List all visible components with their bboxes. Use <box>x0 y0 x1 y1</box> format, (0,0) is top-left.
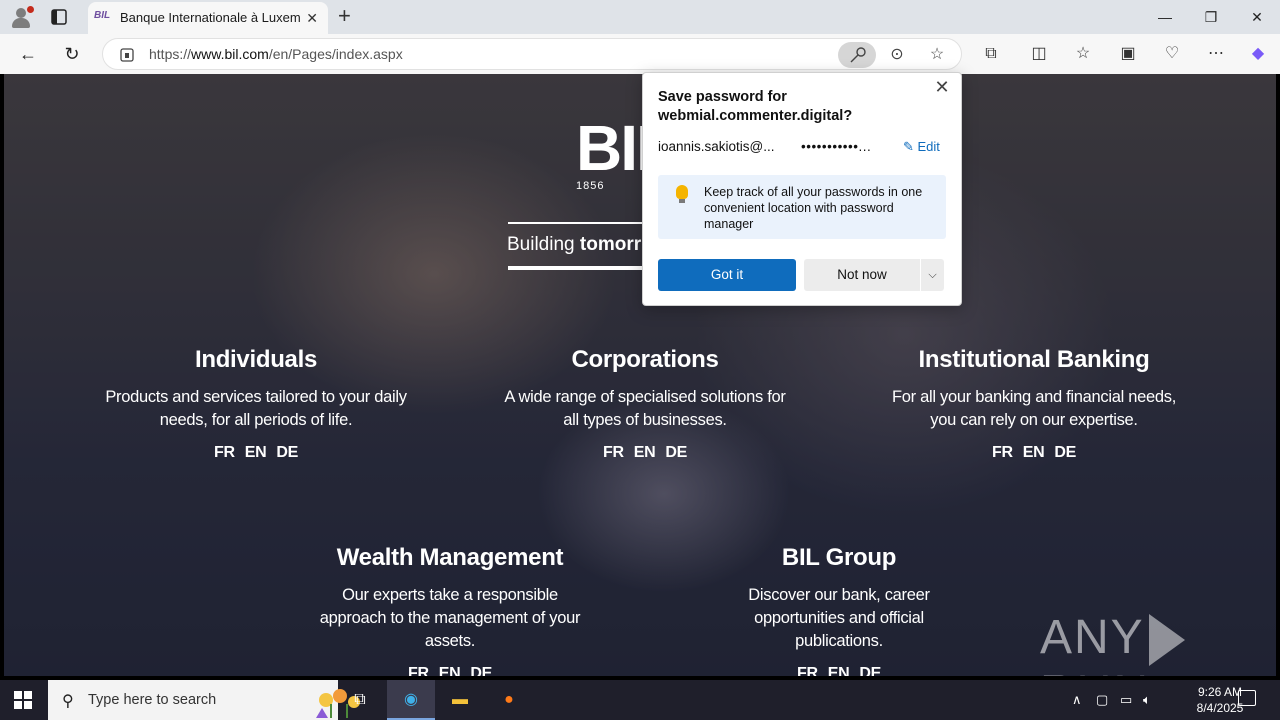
collections-icon[interactable]: ▣ <box>1116 42 1140 66</box>
lang-en-link[interactable]: EN <box>1023 444 1045 461</box>
network-icon[interactable]: ▭ <box>1120 692 1132 708</box>
section-individuals: Individuals Products and services tailor… <box>104 346 408 462</box>
lightbulb-icon <box>676 185 688 199</box>
saved-password: •••••••••••... <box>801 139 872 154</box>
section-institutional-banking: Institutional Banking For all your banki… <box>884 346 1184 462</box>
save-password-dialog: Save password for webmial.commenter.digi… <box>642 72 962 306</box>
saved-username: ioannis.sakiotis@... <box>658 139 775 154</box>
lang-fr-link[interactable]: FR <box>408 665 429 676</box>
language-links: FR EN DE <box>314 665 586 676</box>
window-close-icon[interactable]: ✕ <box>1234 0 1280 34</box>
search-icon: ⚲ <box>62 693 74 710</box>
section-title[interactable]: Wealth Management <box>314 544 586 572</box>
windows-start-icon[interactable] <box>14 691 32 709</box>
firefox-icon[interactable]: ● <box>485 680 533 720</box>
language-links: FR EN DE <box>884 444 1184 462</box>
browser-toolbar: ← ↻ https://www.bil.com/en/Pages/index.a… <box>0 34 1280 74</box>
lang-de-link[interactable]: DE <box>470 665 492 676</box>
language-links: FR EN DE <box>500 444 790 462</box>
profile-icon[interactable] <box>8 5 34 29</box>
file-explorer-icon[interactable]: ▬ <box>436 680 484 720</box>
chevron-down-icon[interactable]: ⌵ <box>921 259 944 291</box>
lang-fr-link[interactable]: FR <box>797 665 818 676</box>
password-manager-tip: Keep track of all your passwords in one … <box>658 175 946 239</box>
split-screen-icon[interactable]: ◫ <box>1027 42 1051 66</box>
bil-homepage: BIL 1856 Building tomorr Individuals Pro… <box>4 74 1276 676</box>
tab-close-icon[interactable]: ✕ <box>306 10 318 27</box>
edge-taskbar-icon[interactable]: ◉ <box>387 680 435 720</box>
lang-en-link[interactable]: EN <box>634 444 656 461</box>
pencil-icon: ✎ <box>903 139 918 154</box>
lang-de-link[interactable]: DE <box>276 444 298 461</box>
refresh-icon[interactable]: ↻ <box>60 42 84 66</box>
tip-text: Keep track of all your passwords in one … <box>704 185 923 231</box>
volume-icon[interactable]: 🔈︎ <box>1143 692 1151 708</box>
section-bil-group: BIL Group Discover our bank, career oppo… <box>724 544 954 676</box>
restore-icon[interactable]: ❐ <box>1188 0 1234 34</box>
new-tab-plus-icon[interactable]: + <box>338 5 351 27</box>
taskbar-clock[interactable]: 9:26 AM 8/4/2025 <box>1196 684 1244 716</box>
play-triangle-icon <box>1148 614 1185 667</box>
taskbar-search-box[interactable]: ⚲ Type here to search <box>48 680 360 720</box>
bil-favicon-icon: BIL <box>94 10 111 21</box>
site-info-lock-icon[interactable] <box>119 47 135 63</box>
anyrun-watermark: ANYRUN <box>1040 610 1276 676</box>
notification-icon[interactable] <box>1238 690 1256 706</box>
password-key-icon[interactable] <box>838 42 876 68</box>
section-description: Products and services tailored to your d… <box>105 388 407 429</box>
slogan-divider <box>508 222 648 224</box>
slogan: Building tomorr <box>507 234 642 255</box>
lang-fr-link[interactable]: FR <box>214 444 235 461</box>
got-it-button[interactable]: Got it <box>658 259 796 291</box>
address-bar[interactable]: https://www.bil.com/en/Pages/index.aspx … <box>102 38 962 70</box>
language-links: FR EN DE <box>724 665 954 676</box>
lang-en-link[interactable]: EN <box>439 665 461 676</box>
favorite-star-icon[interactable]: ☆ <box>925 43 949 67</box>
windows-taskbar: ⚲ Type here to search ⧉ ◉ ▬ ● ∧ ▢ ▭ 🔈︎ 9… <box>0 680 1280 720</box>
lang-en-link[interactable]: EN <box>245 444 267 461</box>
favorites-icon[interactable]: ☆ <box>1071 42 1095 66</box>
section-title[interactable]: Individuals <box>104 346 408 374</box>
language-links: FR EN DE <box>104 444 408 462</box>
task-view-icon[interactable]: ⧉ <box>336 680 384 720</box>
browser-essentials-icon[interactable]: ♡ <box>1160 42 1184 66</box>
section-corporations: Corporations A wide range of specialised… <box>500 346 790 462</box>
section-description: Our experts take a responsible approach … <box>319 586 581 650</box>
search-placeholder: Type here to search <box>88 692 217 708</box>
lang-de-link[interactable]: DE <box>859 665 881 676</box>
edit-button[interactable]: ✎ Edit <box>903 139 940 155</box>
not-now-button[interactable]: Not now <box>804 259 920 291</box>
section-description: A wide range of specialised solutions fo… <box>504 388 786 429</box>
reading-mode-icon[interactable]: ⊙ <box>885 43 909 67</box>
lang-en-link[interactable]: EN <box>828 665 850 676</box>
tab-bil[interactable]: BIL Banque Internationale à Luxembo ✕ <box>88 2 328 34</box>
tray-chevron-up-icon[interactable]: ∧ <box>1072 692 1082 708</box>
copilot-icon[interactable]: ◆ <box>1246 42 1270 66</box>
extensions-icon[interactable]: ⧉ <box>979 42 1003 66</box>
url-text: https://www.bil.com/en/Pages/index.aspx <box>149 46 403 62</box>
tab-title: Banque Internationale à Luxembo <box>120 10 300 25</box>
lang-de-link[interactable]: DE <box>665 444 687 461</box>
settings-more-icon[interactable]: ⋯ <box>1204 42 1228 66</box>
tab-actions-icon[interactable] <box>50 8 68 26</box>
section-title[interactable]: Institutional Banking <box>884 346 1184 374</box>
dialog-close-icon[interactable]: ✕ <box>931 77 953 98</box>
browser-tab-strip: BIL Banque Internationale à Luxembo ✕ + … <box>0 0 1280 34</box>
tray-meet-icon[interactable]: ▢ <box>1096 692 1108 708</box>
section-description: Discover our bank, career opportunities … <box>748 586 930 650</box>
section-description: For all your banking and financial needs… <box>892 388 1176 429</box>
section-title[interactable]: Corporations <box>500 346 790 374</box>
dialog-title: Save password for webmial.commenter.digi… <box>658 89 853 124</box>
section-title[interactable]: BIL Group <box>724 544 954 572</box>
lang-fr-link[interactable]: FR <box>992 444 1013 461</box>
lang-de-link[interactable]: DE <box>1054 444 1076 461</box>
section-wealth-management: Wealth Management Our experts take a res… <box>314 544 586 676</box>
back-arrow-icon[interactable]: ← <box>16 42 40 66</box>
lang-fr-link[interactable]: FR <box>603 444 624 461</box>
slogan-underline <box>508 266 648 270</box>
minimize-icon[interactable]: — <box>1142 0 1188 34</box>
